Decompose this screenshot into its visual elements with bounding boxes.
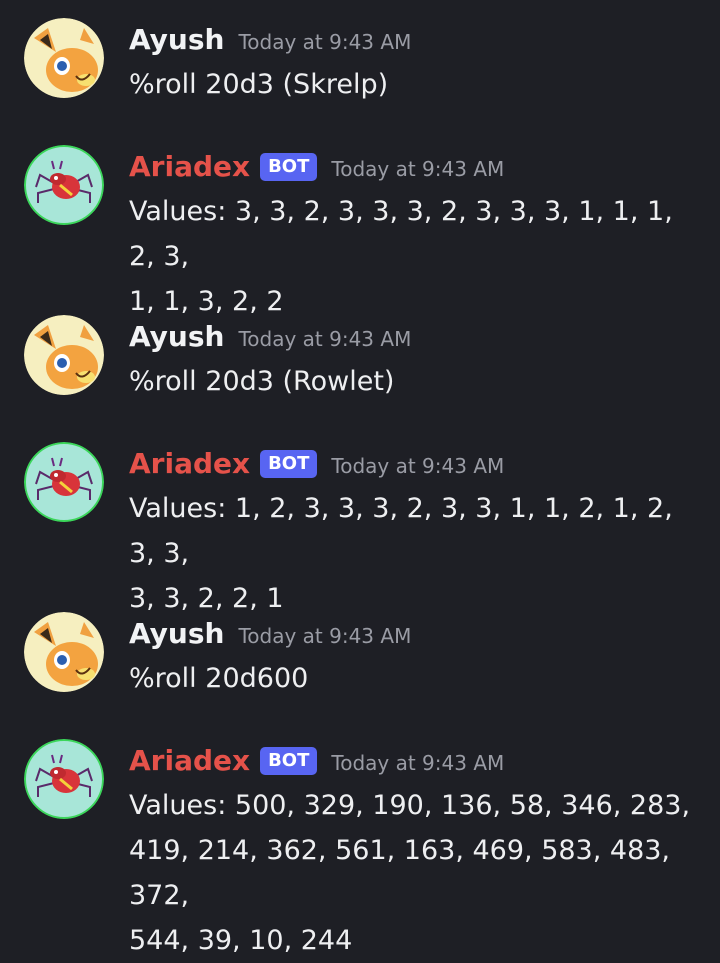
username[interactable]: Ayush: [129, 315, 224, 359]
message-header: Ayush Today at 9:43 AM: [129, 315, 704, 359]
message-header: Ayush Today at 9:43 AM: [129, 18, 704, 62]
ariados-avatar-icon: [24, 442, 104, 522]
message-line: Values: 3, 3, 2, 3, 3, 3, 2, 3, 3, 3, 1,…: [129, 196, 673, 272]
message-header: Ariadex BOT Today at 9:43 AM: [129, 739, 704, 783]
message-content: Ayush Today at 9:43 AM %roll 20d3 (Rowle…: [129, 315, 704, 404]
bot-tag: BOT: [260, 450, 318, 478]
message-text: %roll 20d3 (Rowlet): [129, 359, 704, 404]
message-line: 544, 39, 10, 244: [129, 925, 353, 956]
bot-avatar[interactable]: [24, 442, 104, 522]
message-header: Ayush Today at 9:43 AM: [129, 612, 704, 656]
bot-tag: BOT: [260, 153, 318, 181]
timestamp: Today at 9:43 AM: [238, 327, 412, 351]
message-line: %roll 20d3 (Rowlet): [129, 366, 395, 397]
username[interactable]: Ayush: [129, 612, 224, 656]
timestamp: Today at 9:43 AM: [238, 30, 412, 54]
message-content: Ariadex BOT Today at 9:43 AM Values: 3, …: [129, 145, 704, 324]
username[interactable]: Ariadex: [129, 145, 250, 189]
bot-avatar[interactable]: [24, 145, 104, 225]
chat-log: Ayush Today at 9:43 AM %roll 20d3 (Skrel…: [0, 0, 720, 963]
timestamp: Today at 9:43 AM: [238, 624, 412, 648]
message-text: %roll 20d600: [129, 656, 704, 701]
raichu-avatar-icon: [24, 18, 104, 98]
ariados-avatar-icon: [24, 145, 104, 225]
raichu-avatar-icon: [24, 315, 104, 395]
username[interactable]: Ariadex: [129, 739, 250, 783]
message-content: Ariadex BOT Today at 9:43 AM Values: 500…: [129, 739, 704, 963]
message-content: Ayush Today at 9:43 AM %roll 20d3 (Skrel…: [129, 18, 704, 107]
raichu-avatar-icon: [24, 612, 104, 692]
message-line: Values: 1, 2, 3, 3, 3, 2, 3, 3, 1, 1, 2,…: [129, 493, 673, 569]
timestamp: Today at 9:43 AM: [331, 751, 505, 775]
timestamp: Today at 9:43 AM: [331, 454, 505, 478]
username[interactable]: Ariadex: [129, 442, 250, 486]
message-line: Values: 500, 329, 190, 136, 58, 346, 283…: [129, 790, 691, 821]
timestamp: Today at 9:43 AM: [331, 157, 505, 181]
message-header: Ariadex BOT Today at 9:43 AM: [129, 145, 704, 189]
message-content: Ariadex BOT Today at 9:43 AM Values: 1, …: [129, 442, 704, 621]
message-line: 419, 214, 362, 561, 163, 469, 583, 483, …: [129, 835, 671, 911]
username[interactable]: Ayush: [129, 18, 224, 62]
bot-tag: BOT: [260, 747, 318, 775]
message-text: %roll 20d3 (Skrelp): [129, 62, 704, 107]
bot-avatar[interactable]: [24, 739, 104, 819]
user-avatar[interactable]: [24, 315, 104, 395]
message-content: Ayush Today at 9:43 AM %roll 20d600: [129, 612, 704, 701]
message-text: Values: 500, 329, 190, 136, 58, 346, 283…: [129, 783, 704, 963]
message-line: %roll 20d3 (Skrelp): [129, 69, 389, 100]
message-header: Ariadex BOT Today at 9:43 AM: [129, 442, 704, 486]
message-line: %roll 20d600: [129, 663, 309, 694]
message-text: Values: 1, 2, 3, 3, 3, 2, 3, 3, 1, 1, 2,…: [129, 486, 704, 621]
ariados-avatar-icon: [24, 739, 104, 819]
user-avatar[interactable]: [24, 18, 104, 98]
user-avatar[interactable]: [24, 612, 104, 692]
message-text: Values: 3, 3, 2, 3, 3, 3, 2, 3, 3, 3, 1,…: [129, 189, 704, 324]
